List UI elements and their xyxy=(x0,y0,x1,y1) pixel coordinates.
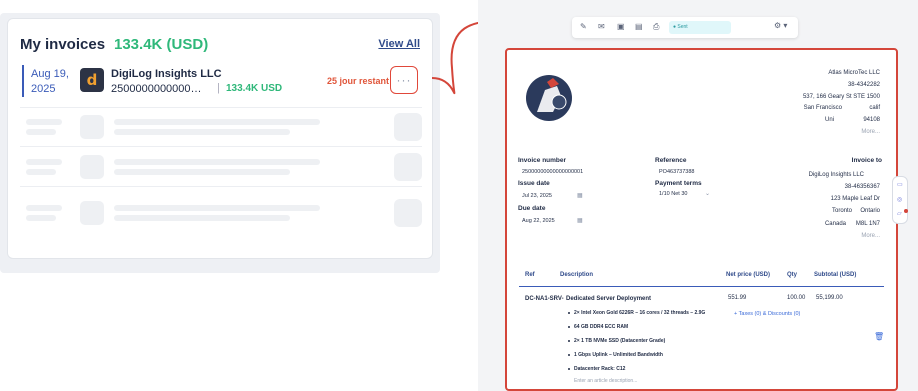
invoice-date-line2: 2025 xyxy=(31,83,56,95)
skeleton-row xyxy=(26,153,422,181)
sender-country: Uni xyxy=(824,117,834,123)
divider xyxy=(20,107,422,108)
company-logo-icon xyxy=(523,72,575,124)
divider xyxy=(20,146,422,147)
separator: | xyxy=(217,82,220,94)
settings-icon[interactable]: ⚙ ▾ xyxy=(774,21,787,30)
issue-date-field[interactable]: Jul 23, 2025 xyxy=(522,193,552,199)
calendar-icon[interactable]: ▦ xyxy=(577,192,583,199)
status-select[interactable]: ● Sent xyxy=(669,21,731,34)
sender-city: San Francisco xyxy=(803,105,842,111)
item-subtotal: 55,199.00 xyxy=(816,295,843,301)
reference-label: Reference xyxy=(655,157,687,164)
invoice-number-label: Invoice number xyxy=(518,157,567,164)
item-detail: 2× 1 TB NVMe SSD (Datacenter Grade) xyxy=(574,338,666,344)
column-header-ref: Ref xyxy=(525,272,535,278)
item-qty[interactable]: 100.00 xyxy=(787,295,805,301)
client-logo-icon: d xyxy=(80,68,104,92)
invoice-row[interactable]: Aug 19, 2025 d DigiLog Insights LLC 2500… xyxy=(22,65,422,97)
invoice-amount: 133.4K USD xyxy=(226,83,283,94)
column-header-net-price: Net price (USD) xyxy=(726,272,771,278)
more-options-button[interactable]: ··· xyxy=(390,66,418,94)
payment-terms-label: Payment terms xyxy=(655,180,702,187)
invoices-card: My invoices 133.4K (USD) View All Aug 19… xyxy=(7,18,433,259)
invoice-to-label: Invoice to xyxy=(851,157,882,164)
sender-more-link[interactable]: More... xyxy=(861,129,880,135)
sender-phone: 38-4342282 xyxy=(847,82,880,88)
item-detail: 2× Intel Xeon Gold 6226R – 16 cores / 32… xyxy=(574,310,706,316)
card-title: My invoices xyxy=(20,36,106,53)
side-panel-tab[interactable]: ▭ ◎ ▱ xyxy=(892,176,908,224)
article-description-input[interactable]: Enter an article description... xyxy=(574,378,637,384)
document-toolbar: ✎ ✉ ▣ ▤ ⎙ ● Sent ⚙ ▾ xyxy=(572,17,798,38)
item-description[interactable]: Dedicated Server Deployment xyxy=(566,296,651,302)
notification-dot xyxy=(904,209,908,213)
view-all-link[interactable]: View All xyxy=(378,38,420,50)
magic-icon[interactable]: ✎ xyxy=(580,22,587,31)
sender-name: Atlas MicroTec LLC xyxy=(828,70,880,76)
divider xyxy=(20,186,422,187)
preview-icon[interactable]: ▣ xyxy=(617,22,625,31)
recipient-city: Toronto xyxy=(831,208,852,214)
item-detail: 64 GB DDR4 ECC RAM xyxy=(574,324,629,330)
recipient-postal: M8L 1N7 xyxy=(855,221,880,227)
attachment-icon[interactable]: ▱ xyxy=(897,210,902,217)
due-date-field[interactable]: Aug 22, 2025 xyxy=(522,218,555,224)
sender-street: 537, 166 Geary St STE 1500 xyxy=(802,94,880,100)
recipient-more-link[interactable]: More... xyxy=(861,233,880,239)
client-name: DigiLog Insights LLC xyxy=(111,68,222,80)
trash-icon[interactable]: 🗑 xyxy=(874,332,884,341)
sender-state: calif xyxy=(869,105,880,111)
mail-icon[interactable]: ✉ xyxy=(598,22,605,31)
column-header-subtotal: Subtotal (USD) xyxy=(814,272,857,278)
chevron-down-icon[interactable]: ⌄ xyxy=(705,190,710,197)
card-total: 133.4K (USD) xyxy=(114,36,209,53)
invoice-number-field[interactable]: 25000000000000000001 xyxy=(522,169,583,175)
recipient-street: 123 Maple Leaf Dr xyxy=(830,196,880,202)
skeleton-row xyxy=(26,113,422,141)
item-detail: 1 Gbps Uplink – Unlimited Bandwidth xyxy=(574,352,663,358)
comment-icon[interactable]: ▭ xyxy=(897,181,903,188)
skeleton-row xyxy=(26,199,422,227)
item-detail: Datacenter Rack: C12 xyxy=(574,366,626,372)
invoice-number: 2500000000000… xyxy=(111,83,202,95)
item-ref[interactable]: DC-NA1-SRV- xyxy=(525,296,564,302)
row-accent-bar xyxy=(22,65,24,97)
table-header-divider xyxy=(519,286,884,287)
taxes-discounts-link[interactable]: + Taxes (0) & Discounts (0) xyxy=(734,311,800,317)
calendar-icon[interactable]: ▦ xyxy=(577,217,583,224)
payment-terms-select[interactable]: 1/10 Net 30 xyxy=(659,191,687,197)
column-header-qty: Qty xyxy=(787,272,798,278)
item-net-price[interactable]: 551.99 xyxy=(728,295,746,301)
history-icon[interactable]: ◎ xyxy=(897,196,902,203)
invoice-date-line1: Aug 19, xyxy=(31,68,69,80)
recipient-phone: 38-46356367 xyxy=(844,184,880,190)
column-header-description: Description xyxy=(560,272,594,278)
recipient-country: Canada xyxy=(824,221,846,227)
recipient-name: DigiLog Insights LLC xyxy=(808,172,864,178)
issue-date-label: Issue date xyxy=(518,180,550,187)
invoice-date: Aug 19, 2025 xyxy=(31,67,81,97)
invoice-document: Atlas MicroTec LLC 38-4342282 537, 166 G… xyxy=(505,48,898,391)
save-icon[interactable]: ▤ xyxy=(635,22,643,31)
due-date-label: Due date xyxy=(518,205,546,212)
sender-zip: 94108 xyxy=(863,117,880,123)
invoice-status: 25 jour restant xyxy=(327,76,390,86)
recipient-province: Ontario xyxy=(860,208,880,214)
print-icon[interactable]: ⎙ xyxy=(653,22,659,32)
reference-field[interactable]: PO463737388 xyxy=(659,169,694,175)
